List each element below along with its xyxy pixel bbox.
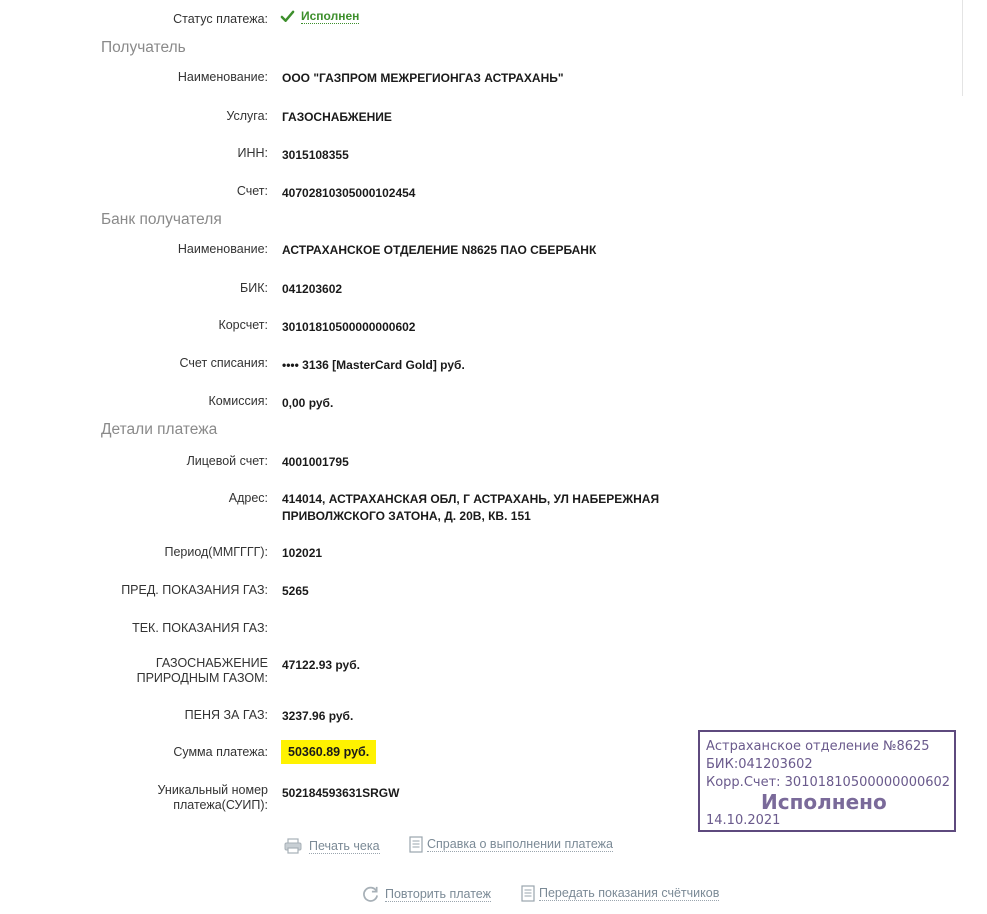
- gas-label-line2: ПРИРОДНЫМ ГАЗОМ:: [136, 671, 268, 685]
- fee-value: 0,00 руб.: [282, 396, 334, 410]
- bank-name-value: АСТРАХАНСКОЕ ОТДЕЛЕНИЕ N8625 ПАО СБЕРБАН…: [282, 243, 597, 257]
- personal-account-value: 4001001795: [282, 455, 349, 469]
- corr-label: Корсчет:: [218, 318, 268, 332]
- suip-label-line2: платежа(СУИП):: [173, 798, 268, 812]
- address-line1: 414014, АСТРАХАНСКАЯ ОБЛ, Г АСТРАХАНЬ, У…: [282, 492, 660, 506]
- inn-value: 3015108355: [282, 148, 349, 162]
- service-label: Услуга:: [226, 109, 268, 123]
- bik-value: 041203602: [282, 282, 343, 296]
- submit-meters-link[interactable]: Передать показания счётчиков: [521, 885, 720, 902]
- gas-label-line1: ГАЗОСНАБЖЕНИЕ: [155, 656, 268, 670]
- penalty-label: ПЕНЯ ЗА ГАЗ:: [184, 708, 268, 722]
- bik-label: БИК:: [240, 281, 268, 295]
- address-line2: ПРИВОЛЖСКОГО ЗАТОНА, Д. 20В, КВ. 151: [282, 509, 531, 523]
- print-receipt-link[interactable]: Печать чека: [284, 838, 380, 854]
- status-text: Исполнен: [301, 9, 360, 24]
- sum-label: Сумма платежа:: [173, 745, 268, 759]
- fee-label: Комиссия:: [208, 394, 268, 408]
- gas-value: 47122.93 руб.: [282, 658, 360, 672]
- account-label: Счет:: [236, 184, 268, 198]
- section-recipient: Получатель: [101, 39, 186, 56]
- repeat-payment-label[interactable]: Повторить платеж: [385, 887, 491, 902]
- address-label: Адрес:: [228, 491, 268, 505]
- submit-meters-label[interactable]: Передать показания счётчиков: [539, 886, 720, 901]
- certificate-link[interactable]: Справка о выполнении платежа: [409, 836, 613, 853]
- period-label: Период(ММГГГГ):: [164, 545, 268, 559]
- prev-reading-label: ПРЕД. ПОКАЗАНИЯ ГАЗ:: [121, 583, 268, 597]
- check-icon: [280, 10, 295, 22]
- suip-value: 502184593631SRGW: [282, 786, 400, 800]
- penalty-value: 3237.96 руб.: [282, 709, 354, 723]
- status-value: Исполнен: [280, 9, 360, 24]
- stamp-bik: БИК:041203602: [706, 757, 813, 772]
- stamp-date: 14.10.2021: [706, 813, 781, 828]
- prev-reading-value: 5265: [282, 584, 309, 598]
- corr-value: 30101810500000000602: [282, 320, 416, 334]
- section-details: Детали платежа: [101, 421, 218, 438]
- document-icon: [409, 836, 423, 853]
- bank-stamp: Астраханское отделение №8625 БИК:0412036…: [698, 730, 956, 832]
- right-divider: [962, 0, 963, 96]
- suip-label-line1: Уникальный номер: [157, 783, 268, 797]
- bank-name-label: Наименование:: [177, 242, 268, 256]
- period-value: 102021: [282, 546, 323, 560]
- cur-reading-label: ТЕК. ПОКАЗАНИЯ ГАЗ:: [132, 621, 268, 635]
- inn-label: ИНН:: [237, 146, 268, 160]
- sum-value: 50360.89 руб.: [281, 740, 377, 764]
- section-bank: Банк получателя: [101, 211, 222, 228]
- status-label: Статус платежа:: [173, 12, 268, 26]
- certificate-label[interactable]: Справка о выполнении платежа: [427, 837, 613, 852]
- recipient-name-label: Наименование:: [177, 70, 268, 84]
- stamp-branch: Астраханское отделение №8625: [706, 739, 930, 754]
- print-receipt-label[interactable]: Печать чека: [309, 839, 380, 854]
- debit-value: •••• 3136 [MasterCard Gold] руб.: [282, 358, 465, 372]
- debit-label: Счет списания:: [179, 356, 268, 370]
- document-icon: [521, 885, 535, 902]
- recipient-name-value: ООО "ГАЗПРОМ МЕЖРЕГИОНГАЗ АСТРАХАНЬ": [282, 71, 564, 85]
- printer-icon: [284, 838, 302, 854]
- repeat-payment-link[interactable]: Повторить платеж: [361, 885, 491, 904]
- account-value: 40702810305000102454: [282, 186, 416, 200]
- stamp-status: Исполнено: [761, 790, 887, 814]
- service-value: ГАЗОСНАБЖЕНИЕ: [282, 110, 392, 124]
- personal-account-label: Лицевой счет:: [186, 454, 268, 468]
- refresh-icon: [363, 886, 378, 902]
